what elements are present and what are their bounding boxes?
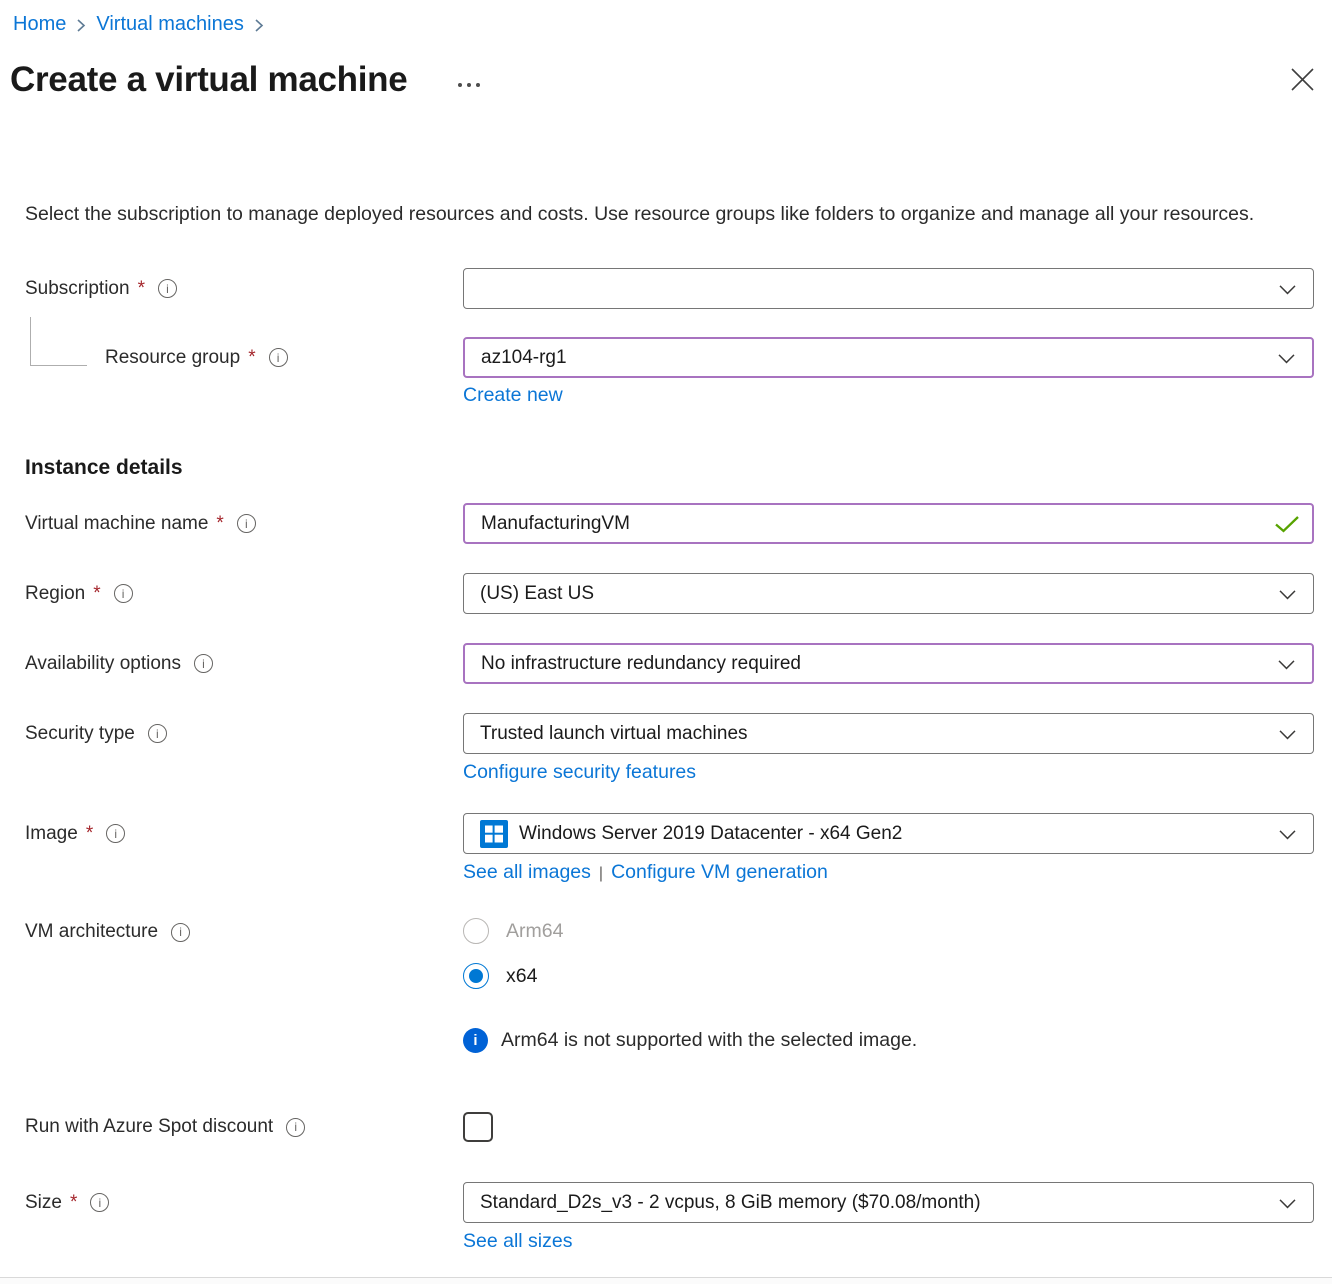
arm64-info-message: i Arm64 is not supported with the select… (463, 1028, 1314, 1053)
info-icon[interactable]: i (114, 584, 133, 603)
info-icon[interactable]: i (171, 923, 190, 942)
required-asterisk: * (216, 513, 223, 535)
field-row-spot-discount: Run with Azure Spot discount i (25, 1112, 1314, 1142)
info-icon[interactable]: i (194, 654, 213, 673)
close-icon[interactable] (1287, 64, 1317, 94)
chevron-right-icon (254, 16, 264, 33)
more-options-icon[interactable] (454, 79, 484, 91)
spot-discount-checkbox[interactable] (463, 1112, 493, 1142)
region-value: (US) East US (480, 583, 594, 605)
subscription-label: Subscription * i (25, 278, 463, 300)
radio-selected-icon (463, 963, 489, 989)
vm-name-label: Virtual machine name * i (25, 513, 463, 535)
chevron-down-icon (1279, 284, 1296, 295)
chevron-down-icon (1279, 1198, 1296, 1209)
field-row-resource-group: Resource group * i az104-rg1 (25, 337, 1314, 378)
section-heading-instance-details: Instance details (25, 456, 1314, 480)
page-title: Create a virtual machine (10, 60, 407, 100)
required-asterisk: * (248, 347, 255, 369)
region-label: Region * i (25, 583, 463, 605)
windows-logo-icon (480, 820, 508, 848)
breadcrumb-virtual-machines[interactable]: Virtual machines (96, 13, 243, 36)
image-value: Windows Server 2019 Datacenter - x64 Gen… (519, 823, 902, 845)
availability-label: Availability options i (25, 653, 463, 675)
info-icon[interactable]: i (269, 348, 288, 367)
vm-architecture-label: VM architecture i (25, 916, 463, 943)
required-asterisk: * (86, 823, 93, 845)
info-icon[interactable]: i (286, 1118, 305, 1137)
radio-arm64[interactable]: Arm64 (463, 918, 1314, 944)
vm-name-input[interactable] (463, 503, 1314, 544)
required-asterisk: * (70, 1192, 77, 1214)
chevron-down-icon (1279, 729, 1296, 740)
availability-select[interactable]: No infrastructure redundancy required (463, 643, 1314, 684)
info-icon[interactable]: i (90, 1193, 109, 1212)
resource-group-label: Resource group * i (25, 347, 463, 369)
configure-security-features-link[interactable]: Configure security features (463, 761, 696, 783)
create-vm-form: Select the subscription to manage deploy… (0, 199, 1332, 1253)
breadcrumb: Home Virtual machines (0, 0, 1332, 39)
required-asterisk: * (93, 583, 100, 605)
field-row-image: Image * i Windows Server 2019 Datacenter… (25, 813, 1314, 854)
field-row-vm-architecture: VM architecture i Arm64 x64 i Arm64 is n… (25, 916, 1314, 1053)
resource-group-value: az104-rg1 (481, 347, 567, 369)
chevron-down-icon (1279, 589, 1296, 600)
info-icon[interactable]: i (158, 279, 177, 298)
image-select[interactable]: Windows Server 2019 Datacenter - x64 Gen… (463, 813, 1314, 854)
spot-discount-label: Run with Azure Spot discount i (25, 1116, 463, 1138)
create-new-link[interactable]: Create new (463, 384, 563, 406)
chevron-down-icon (1278, 659, 1295, 670)
availability-value: No infrastructure redundancy required (481, 653, 801, 675)
chevron-right-icon (76, 16, 86, 33)
info-icon[interactable]: i (237, 514, 256, 533)
info-icon[interactable]: i (148, 724, 167, 743)
size-value: Standard_D2s_v3 - 2 vcpus, 8 GiB memory … (480, 1192, 981, 1214)
title-row: Create a virtual machine (0, 51, 1332, 109)
field-row-vm-name: Virtual machine name * i (25, 503, 1314, 544)
field-row-security-type: Security type i Trusted launch virtual m… (25, 713, 1314, 754)
radio-unselected-icon (463, 918, 489, 944)
info-icon[interactable]: i (106, 824, 125, 843)
intro-text: Select the subscription to manage deploy… (25, 199, 1293, 230)
image-label: Image * i (25, 823, 463, 845)
chevron-down-icon (1279, 829, 1296, 840)
vm-architecture-radio-group: Arm64 x64 (463, 916, 1314, 989)
see-all-sizes-link[interactable]: See all sizes (463, 1230, 572, 1252)
field-row-subscription: Subscription * i (25, 268, 1314, 309)
radio-x64[interactable]: x64 (463, 963, 1314, 989)
field-row-region: Region * i (US) East US (25, 573, 1314, 614)
size-select[interactable]: Standard_D2s_v3 - 2 vcpus, 8 GiB memory … (463, 1182, 1314, 1223)
footer-divider (0, 1277, 1332, 1284)
info-filled-icon: i (463, 1028, 488, 1053)
field-row-availability: Availability options i No infrastructure… (25, 643, 1314, 684)
indent-connector-line (30, 317, 87, 366)
valid-check-icon (1274, 515, 1300, 533)
security-type-value: Trusted launch virtual machines (480, 723, 748, 745)
security-type-label: Security type i (25, 723, 463, 745)
region-select[interactable]: (US) East US (463, 573, 1314, 614)
configure-vm-generation-link[interactable]: Configure VM generation (611, 861, 828, 883)
see-all-images-link[interactable]: See all images (463, 861, 591, 883)
chevron-down-icon (1278, 353, 1295, 364)
required-asterisk: * (138, 278, 145, 300)
field-row-size: Size * i Standard_D2s_v3 - 2 vcpus, 8 Gi… (25, 1182, 1314, 1223)
breadcrumb-home[interactable]: Home (13, 13, 66, 36)
link-separator: | (599, 865, 603, 882)
size-label: Size * i (25, 1192, 463, 1214)
resource-group-select[interactable]: az104-rg1 (463, 337, 1314, 378)
subscription-select[interactable] (463, 268, 1314, 309)
security-type-select[interactable]: Trusted launch virtual machines (463, 713, 1314, 754)
